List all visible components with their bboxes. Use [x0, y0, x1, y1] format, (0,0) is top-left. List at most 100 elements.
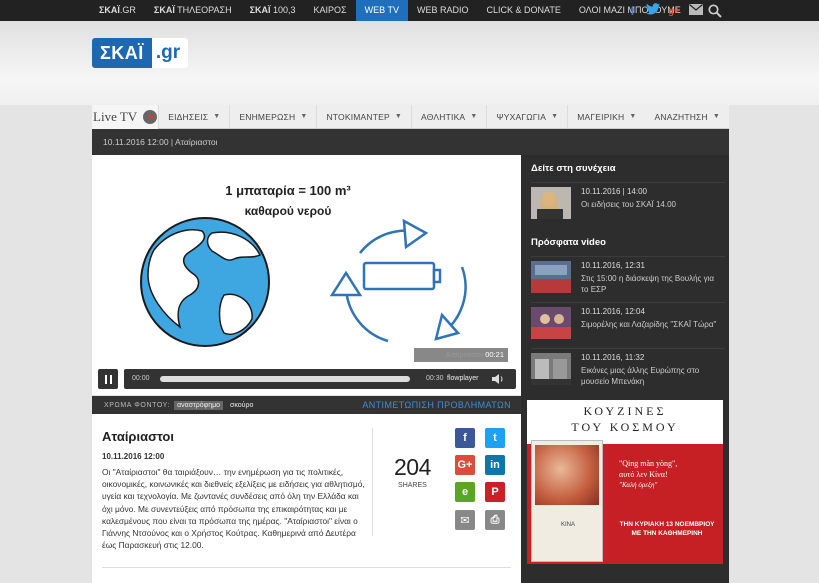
font-option-light[interactable]: αναστρόφημο: [174, 400, 224, 410]
item-title: Οι ειδήσεις του ΣΚΑΪ 14.00: [581, 200, 677, 209]
topnav-label: .GR: [119, 5, 136, 15]
item-title: Σιμορέλης και Λαζαρίδης "ΣΚΑΪ Τώρα": [581, 320, 717, 329]
divider: [372, 428, 373, 536]
volume-icon[interactable]: [492, 374, 504, 384]
video-thumbnail: [531, 307, 571, 339]
topnav-skai-tv[interactable]: ΣΚΑΪ ΤΗΛΕΟΡΑΣΗ: [145, 0, 241, 21]
pinterest-share-icon[interactable]: P: [485, 482, 505, 502]
topnav-webtv[interactable]: WEB TV: [355, 0, 408, 21]
time-total: 00:30: [426, 375, 444, 382]
evernote-share-icon[interactable]: e: [455, 482, 475, 502]
item-title: Στις 15:00 η διάσκεψη της Βουλής για το …: [581, 274, 715, 294]
nav-item-news[interactable]: ΕΙΔΗΣΕΙΣ ▼: [158, 105, 229, 128]
search-icon[interactable]: [708, 4, 722, 18]
player-brand[interactable]: flowplayer: [447, 369, 479, 389]
item-date: 10.11.2016 | 14:00: [581, 187, 647, 196]
ad-promo-line: ΤΗΝ ΚΥΡΙΑΚΗ 13 ΝΟΕΜΒΡΙΟΥ: [619, 521, 715, 528]
topnav-webradio[interactable]: WEB RADIO: [408, 0, 478, 21]
nav-item-label: ΨΥΧΑΓΩΓΙΑ: [496, 111, 547, 122]
video-caption: Αταίριαστοι 00:21: [414, 348, 508, 362]
video-thumbnail: [531, 187, 571, 219]
logo-main: ΣΚΑΪ: [92, 38, 152, 68]
item-date: 10.11.2016, 12:31: [581, 261, 645, 270]
live-tv-button[interactable]: Live TV: [92, 105, 159, 129]
divider: [102, 567, 511, 568]
nav-item-label: ΑΝΑΖΗΤΗΣΗ: [654, 111, 708, 122]
email-share-icon[interactable]: ✉: [455, 510, 475, 530]
sidebar-item-recent[interactable]: 10.11.2016, 12:31 Στις 15:00 η διάσκεψη …: [531, 256, 725, 300]
twitter-icon[interactable]: [645, 3, 660, 19]
troubleshooting-link[interactable]: ΑΝΤΙΜΕΤΩΠΙΣΗ ΠΡΟΒΛΗΜΑΤΩΝ: [362, 400, 511, 410]
nav-item-cooking[interactable]: ΜΑΓΕΙΡΙΚΗ ▼: [567, 105, 645, 128]
nav-item-label: ΕΙΔΗΣΕΙΣ: [168, 111, 209, 122]
chevron-down-icon: ▼: [213, 113, 221, 120]
ad-heading: ΤΟΥ ΚΟΣΜΟΥ: [571, 420, 679, 434]
topnav-label: WEB TV: [364, 5, 399, 15]
pause-button[interactable]: [98, 369, 118, 389]
facebook-icon[interactable]: f: [625, 4, 640, 19]
topnav-skai-radio[interactable]: ΣΚΑΪ 100,3: [241, 0, 305, 21]
video-thumbnail: [531, 261, 571, 293]
chevron-down-icon: ▼: [300, 113, 308, 120]
sidebar-item-recent[interactable]: 10.11.2016, 11:32 Εικόνες μιας άλλης Ευρ…: [531, 348, 725, 392]
article: Αταίριαστοι 10.11.2016 12:00 Οι "Αταίρια…: [92, 414, 521, 583]
googleplus-icon[interactable]: g+: [665, 4, 683, 19]
font-option-dark[interactable]: σκούρο: [227, 401, 256, 410]
article-body: Οι "Αταίριαστοι" θα ταιριάξουν… την ενημ…: [102, 467, 365, 551]
top-bar: ΣΚΑΪ.GR ΣΚΑΪ ΤΗΛΕΟΡΑΣΗ ΣΚΑΪ 100,3 ΚΑΙΡΟΣ…: [0, 0, 819, 21]
topnav-label: 100,3: [270, 5, 296, 15]
nav-item-label: ΝΤΟΚΙΜΑΝΤΕΡ: [326, 111, 390, 122]
topnav-click-donate[interactable]: CLICK & DONATE: [477, 0, 569, 21]
nav-item-documentary[interactable]: ΝΤΟΚΙΜΑΝΤΕΡ ▼: [316, 105, 411, 128]
ad-promo-line: ΜΕ ΤΗΝ ΚΑΘΗΜΕΡΙΝΗ: [631, 530, 703, 537]
topnav-weather[interactable]: ΚΑΙΡΟΣ: [305, 0, 356, 21]
ad-quote-line: αυτό λεν Κίνα!: [619, 470, 668, 479]
site-logo[interactable]: ΣΚΑΪ .gr: [92, 38, 189, 68]
ad-banner[interactable]: ΚΟΥΖΙΝΕΣ ΤΟΥ ΚΟΣΜΟΥ ΚΙΝΑ "Qing màn yòng"…: [527, 400, 723, 564]
seek-bar[interactable]: [160, 376, 410, 382]
video-caption-time: 00:21: [485, 350, 504, 359]
video-caption-title: Αταίριαστοι: [445, 350, 484, 359]
facebook-share-icon[interactable]: f: [455, 428, 475, 448]
ad-book-title: ΚΙΝΑ: [560, 522, 575, 528]
topnav-label: ΚΑΙΡΟΣ: [313, 5, 347, 15]
nav-item-search[interactable]: ΑΝΑΖΗΤΗΣΗ ▼: [646, 105, 729, 128]
play-icon: [143, 110, 158, 124]
topnav-label-bold: ΣΚΑΪ: [249, 5, 271, 15]
nav-item-entertainment[interactable]: ΨΥΧΑΓΩΓΙΑ ▼: [486, 105, 567, 128]
chevron-down-icon: ▼: [394, 113, 403, 120]
item-title: Εικόνες μιας άλλης Ευρώπης στο μουσείο Μ…: [581, 366, 700, 386]
topnav-label-bold: ΣΚΑΪ: [99, 5, 120, 15]
share-count-label: SHARES: [398, 482, 427, 489]
next-heading: Δείτε στη συνέχεια: [531, 163, 616, 174]
topnav-label: ΤΗΛΕΟΡΑΣΗ: [174, 5, 232, 15]
sidebar-item-recent[interactable]: 10.11.2016, 12:04 Σιμορέλης και Λαζαρίδη…: [531, 302, 725, 346]
nav-item-sports[interactable]: ΑΘΛΗΤΙΚΑ ▼: [411, 105, 486, 128]
item-date: 10.11.2016, 11:32: [581, 353, 645, 362]
nav-item-label: ΜΑΓΕΙΡΙΚΗ: [577, 111, 625, 122]
chevron-down-icon: ▼: [712, 113, 720, 120]
mail-icon[interactable]: [688, 3, 703, 19]
main-nav: Live TV ΕΙΔΗΣΕΙΣ ▼ ΕΝΗΜΕΡΩΣΗ ▼ ΝΤΟΚΙΜΑΝΤΕΡ…: [92, 105, 729, 129]
linkedin-share-icon[interactable]: in: [485, 455, 505, 475]
topnav-label: WEB RADIO: [416, 5, 469, 15]
time-current: 00:00: [132, 375, 150, 382]
video-text-line1: 1 μπαταρία = 100 m³: [225, 183, 351, 198]
chevron-down-icon: ▼: [551, 113, 559, 120]
ad-quote-line: "Qing màn yòng",: [619, 459, 678, 468]
share-count-number: 204: [394, 454, 431, 480]
topnav-skai-gr[interactable]: ΣΚΑΪ.GR: [90, 0, 145, 21]
print-share-icon[interactable]: ⎙: [485, 510, 505, 530]
article-date: 10.11.2016 12:00: [102, 452, 165, 461]
player-controls: 00:00 00:30 flowplayer: [92, 365, 521, 395]
ad-book: ΚΙΝΑ: [531, 440, 603, 562]
twitter-share-icon[interactable]: t: [485, 428, 505, 448]
googleplus-share-icon[interactable]: G+: [455, 455, 475, 475]
font-color-bar: ΧΡΩΜΑ ΦΟΝΤΟΥ: αναστρόφημο σκούρο ΑΝΤΙΜΕΤ…: [92, 396, 521, 414]
recycle-battery-icon: [329, 218, 467, 343]
item-date: 10.11.2016, 12:04: [581, 307, 645, 316]
sidebar-item-next[interactable]: 10.11.2016 | 14:00 Οι ειδήσεις του ΣΚΑΪ …: [531, 182, 725, 226]
recent-heading: Πρόσφατα video: [531, 237, 606, 248]
nav-item-enimerosi[interactable]: ΕΝΗΜΕΡΩΣΗ ▼: [229, 105, 316, 128]
ad-promo: ΤΗΝ ΚΥΡΙΑΚΗ 13 ΝΟΕΜΒΡΙΟΥ ΜΕ ΤΗΝ ΚΑΘΗΜΕΡΙ…: [611, 520, 723, 538]
